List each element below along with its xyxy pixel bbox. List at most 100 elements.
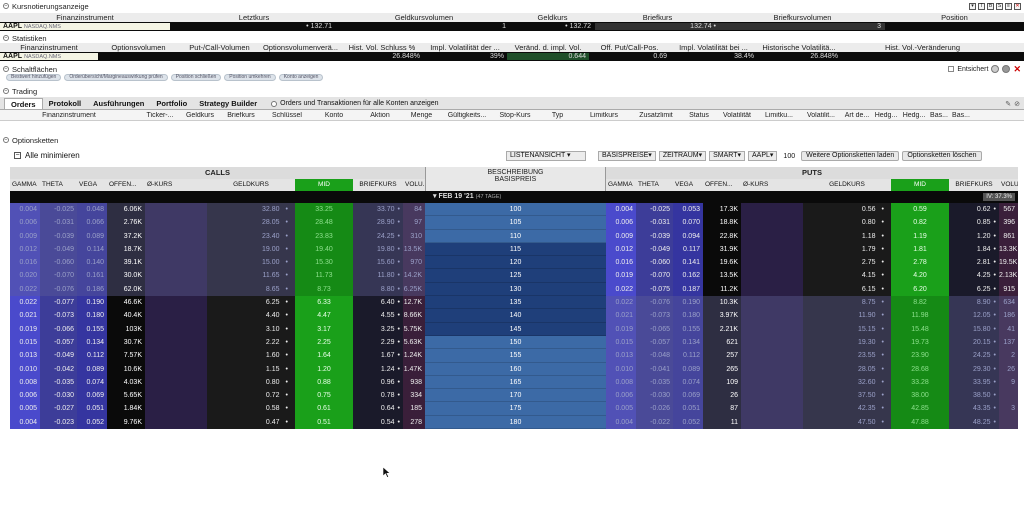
call-volume-cell[interactable]: 938 — [403, 375, 425, 390]
put-vega-cell[interactable]: 0.112 — [673, 349, 703, 363]
call-open-interest-cell[interactable]: 30.7K — [107, 335, 145, 350]
call-ask-cell[interactable]: 1.67 • — [353, 349, 403, 363]
strikes-dropdown[interactable]: BASISPREISE▾ — [598, 151, 656, 161]
chain-row[interactable]: 0.006 -0.030 0.069 5.65K 0.72 • 0.75 0.78 • 334 0.… — [10, 389, 1018, 403]
call-vega-cell[interactable]: 0.052 — [77, 415, 107, 429]
put-volume-cell[interactable] — [999, 415, 1018, 429]
put-mid-cell[interactable]: 8.82 — [891, 296, 949, 310]
orders-col-header[interactable]: Gültigkeits... — [441, 112, 493, 119]
orders-col-header[interactable]: Schlüssel — [264, 112, 310, 119]
call-vega-cell[interactable]: 0.114 — [77, 242, 107, 257]
call-open-interest-cell[interactable]: 7.57K — [107, 349, 145, 363]
call-bid-cell[interactable]: 3.10 • — [207, 322, 295, 336]
chain-row[interactable]: 0.008 -0.035 0.074 4.03K 0.80 • 0.88 0.96 • 938 0.… — [10, 375, 1018, 390]
orders-col-header[interactable]: Limitku... — [758, 112, 800, 119]
call-mid-cell[interactable]: 2.25 — [295, 335, 353, 350]
put-theta-cell[interactable]: -0.030 — [636, 389, 673, 403]
put-open-interest-cell[interactable]: 2.21K — [703, 322, 741, 336]
call-theta-cell[interactable]: -0.066 — [40, 322, 77, 336]
call-gamma-cell[interactable]: 0.020 — [10, 269, 40, 283]
put-avg-price-cell[interactable] — [741, 216, 803, 230]
put-theta-cell[interactable]: -0.026 — [636, 402, 673, 416]
quote-data-row[interactable]: AAPL NASDAQ.NMS • 132.71 1 • 132.72 132.… — [0, 22, 1024, 31]
chain-row[interactable]: 0.015 -0.057 0.134 30.7K 2.22 • 2.25 2.29 • 5.63K… — [10, 335, 1018, 350]
call-theta-cell[interactable]: -0.023 — [40, 415, 77, 429]
call-ask-cell[interactable]: 1.24 • — [353, 362, 403, 376]
stats-col-header[interactable]: Off. Put/Call-Pos. — [589, 43, 670, 52]
call-ask-cell[interactable]: 15.60 • — [353, 256, 403, 270]
orders-col-header[interactable]: Bas... — [928, 112, 950, 119]
call-gamma-cell[interactable]: 0.004 — [10, 203, 40, 217]
stats-col-header[interactable]: Put-/Call-Volumen — [179, 43, 260, 52]
call-gamma-cell[interactable]: 0.022 — [10, 282, 40, 297]
quote-section-header[interactable]: − Kursnotierungsanzeige ▾ T B S ≡ ✕ — [0, 2, 1024, 11]
put-theta-cell[interactable]: -0.073 — [636, 309, 673, 323]
call-theta-cell[interactable]: -0.025 — [40, 203, 77, 217]
put-ask-cell[interactable]: 20.15 • — [949, 335, 999, 350]
put-gamma-cell[interactable]: 0.021 — [606, 309, 636, 323]
stats-col-header[interactable]: Historische Volatilitä... — [757, 43, 841, 52]
orders-col-header[interactable]: Briefkurs — [218, 112, 264, 119]
filter-icon[interactable]: ▾ — [969, 2, 976, 10]
call-volume-cell[interactable]: 12.7K — [403, 296, 425, 310]
put-ask-cell[interactable]: 15.80 • — [949, 322, 999, 336]
call-ask-cell[interactable]: 24.25 • — [353, 229, 403, 243]
put-avg-price-cell[interactable] — [741, 415, 803, 429]
chain-col-header[interactable]: VOLU... — [999, 179, 1018, 191]
call-bid-cell[interactable]: 6.25 • — [207, 296, 295, 310]
call-bid-cell[interactable]: 28.05 • — [207, 216, 295, 230]
call-mid-cell[interactable]: 8.73 — [295, 282, 353, 297]
put-gamma-cell[interactable]: 0.006 — [606, 216, 636, 230]
put-ask-cell[interactable]: 48.25 • — [949, 415, 999, 429]
call-bid-cell[interactable]: 1.15 • — [207, 362, 295, 376]
call-bid-cell[interactable]: 15.00 • — [207, 256, 295, 270]
put-ask-cell[interactable]: 33.95 • — [949, 375, 999, 390]
call-gamma-cell[interactable]: 0.015 — [10, 335, 40, 350]
put-ask-cell[interactable]: 43.35 • — [949, 402, 999, 416]
minimize-all[interactable]: − Alle minimieren — [14, 151, 80, 160]
call-theta-cell[interactable]: -0.027 — [40, 402, 77, 416]
quote-col-header[interactable]: Geldkursvolumen — [338, 13, 510, 22]
call-open-interest-cell[interactable]: 9.76K — [107, 415, 145, 429]
orders-col-header[interactable]: Stop-Kurs — [493, 112, 537, 119]
call-bid-cell[interactable]: 11.65 • — [207, 269, 295, 283]
put-mid-cell[interactable]: 23.90 — [891, 349, 949, 363]
strike-count[interactable]: 100 — [780, 153, 798, 160]
strike-cell[interactable]: 180 — [425, 415, 606, 429]
put-volume-cell[interactable]: 137 — [999, 335, 1018, 350]
put-bid-cell[interactable]: 42.35 • — [803, 402, 891, 416]
put-open-interest-cell[interactable]: 87 — [703, 402, 741, 416]
call-ask-cell[interactable]: 0.54 • — [353, 415, 403, 429]
put-theta-cell[interactable]: -0.076 — [636, 296, 673, 310]
put-mid-cell[interactable]: 38.00 — [891, 389, 949, 403]
call-bid-cell[interactable]: 1.60 • — [207, 349, 295, 363]
call-vega-cell[interactable]: 0.089 — [77, 229, 107, 243]
put-bid-cell[interactable]: 1.79 • — [803, 242, 891, 257]
call-ask-cell[interactable]: 8.80 • — [353, 282, 403, 297]
put-bid-cell[interactable]: 11.90 • — [803, 309, 891, 323]
call-gamma-cell[interactable]: 0.013 — [10, 349, 40, 363]
put-volume-cell[interactable]: 3 — [999, 402, 1018, 416]
call-vega-cell[interactable]: 0.066 — [77, 216, 107, 230]
call-open-interest-cell[interactable]: 4.03K — [107, 375, 145, 390]
globe-icon[interactable] — [991, 65, 1000, 73]
buttons-section-header[interactable]: − Schaltflächen Entsichert ✕ — [0, 64, 1024, 74]
call-ask-cell[interactable]: 3.25 • — [353, 322, 403, 336]
put-ask-cell[interactable]: 12.05 • — [949, 309, 999, 323]
put-vega-cell[interactable]: 0.051 — [673, 402, 703, 416]
put-open-interest-cell[interactable]: 11.2K — [703, 282, 741, 297]
put-mid-cell[interactable]: 1.81 — [891, 242, 949, 257]
chain-row[interactable]: 0.022 -0.077 0.190 46.6K 6.25 • 6.33 6.40 • 12.7K… — [10, 296, 1018, 310]
call-mid-cell[interactable]: 15.30 — [295, 256, 353, 270]
call-open-interest-cell[interactable]: 5.65K — [107, 389, 145, 403]
settings-icon[interactable] — [1002, 65, 1011, 73]
call-bid-cell[interactable]: 8.65 • — [207, 282, 295, 297]
put-open-interest-cell[interactable]: 17.3K — [703, 203, 741, 217]
call-avg-price-cell[interactable] — [145, 229, 207, 243]
call-theta-cell[interactable]: -0.077 — [40, 296, 77, 310]
chain-row[interactable]: 0.022 -0.076 0.186 62.0K 8.65 • 8.73 8.80 • 6.25K… — [10, 282, 1018, 297]
put-gamma-cell[interactable]: 0.015 — [606, 335, 636, 350]
call-theta-cell[interactable]: -0.049 — [40, 242, 77, 257]
call-avg-price-cell[interactable] — [145, 402, 207, 416]
put-volume-cell[interactable]: 915 — [999, 282, 1018, 297]
